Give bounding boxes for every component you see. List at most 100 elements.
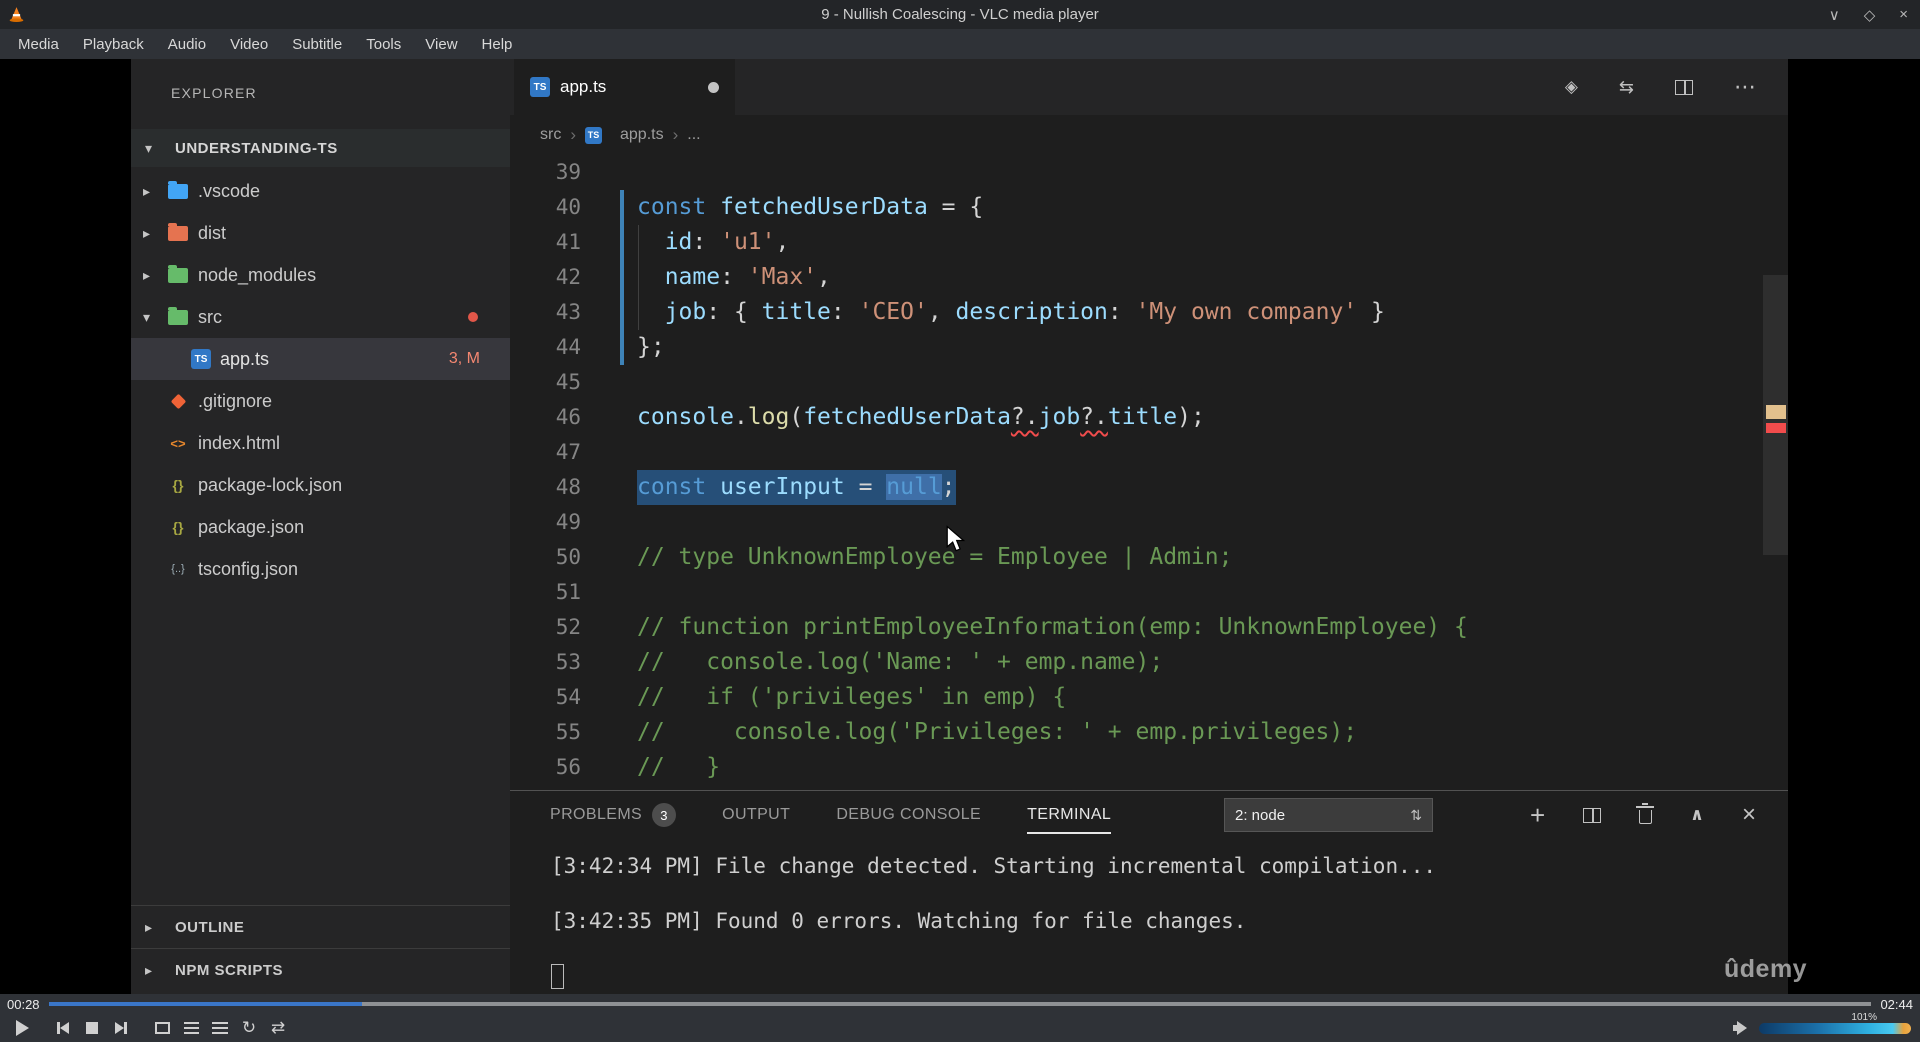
chevron-down-icon	[145, 140, 169, 157]
line-number: 41	[555, 230, 581, 254]
terminal-shell-select[interactable]: 2: node	[1224, 798, 1433, 832]
maximize-icon[interactable]: ◇	[1864, 6, 1876, 24]
editor-group: app.ts src app.ts... 39 40 const fetchedUse…	[510, 59, 1788, 994]
tab-strip: app.ts	[510, 59, 1788, 115]
code-line-43: 43 job: { title: 'CEO', description: 'My…	[510, 295, 1788, 330]
menu-playback[interactable]: Playback	[71, 31, 156, 58]
section-npm-scripts[interactable]: NPM SCRIPTS	[131, 948, 510, 991]
code-line-41: 41 id: 'u1',	[510, 225, 1788, 260]
section-label: NPM SCRIPTS	[175, 961, 284, 979]
play-button[interactable]	[9, 1016, 35, 1040]
tree-item-tsconfig-json[interactable]: tsconfig.json	[131, 548, 510, 590]
stop-button[interactable]	[79, 1016, 105, 1040]
code-line-56: 56 // }	[510, 750, 1788, 785]
menu-help[interactable]: Help	[470, 31, 525, 58]
panel-tab-terminal[interactable]: TERMINAL	[1027, 791, 1112, 839]
code-text: const userInput = null;	[637, 470, 956, 505]
code-line-45: 45	[510, 365, 1788, 400]
code-line-44: 44};	[510, 330, 1788, 365]
tab-app-ts[interactable]: app.ts	[514, 59, 736, 115]
seek-slider[interactable]	[48, 1002, 1872, 1006]
panel-tab-problems[interactable]: PROBLEMS 3	[550, 791, 677, 839]
close-icon[interactable]: ×	[1899, 6, 1908, 24]
open-changes-icon[interactable]	[1619, 77, 1634, 98]
volume-slider[interactable]	[1759, 1022, 1911, 1034]
fullscreen-button[interactable]	[149, 1016, 175, 1040]
close-panel-icon[interactable]	[1742, 801, 1756, 829]
tree-item-label: app.ts	[220, 348, 270, 369]
loop-button[interactable]	[236, 1016, 262, 1040]
code-line-47: 47	[510, 435, 1788, 470]
line-number: 42	[555, 265, 581, 289]
chevron-right-icon	[145, 962, 169, 979]
split-editor-icon[interactable]	[1675, 79, 1693, 95]
tree-item-app-ts[interactable]: app.ts 3, M	[131, 338, 510, 380]
split-terminal-icon[interactable]	[1583, 807, 1602, 823]
workspace-header[interactable]: UNDERSTANDING-TS	[131, 129, 510, 167]
code-line-50: 50 // type UnknownEmployee = Employee | A…	[510, 540, 1788, 575]
seek-progress	[48, 1002, 363, 1006]
maximize-panel-icon[interactable]	[1690, 805, 1704, 825]
shell-select-label: 2: node	[1235, 806, 1286, 824]
kill-terminal-icon[interactable]	[1636, 803, 1655, 824]
ts-icon	[585, 126, 602, 144]
tree-item-vscode[interactable]: .vscode	[131, 170, 510, 212]
code-line-53: 53 // console.log('Name: ' + emp.name);	[510, 645, 1788, 680]
line-number: 47	[555, 440, 581, 464]
more-actions-icon[interactable]	[1734, 74, 1756, 100]
panel-tab-label: PROBLEMS	[550, 806, 643, 823]
terminal-line: [3:42:35 PM] Found 0 errors. Watching fo…	[551, 909, 1247, 933]
code-line-52: 52 // function printEmployeeInformation(e…	[510, 610, 1788, 645]
tree-item-label: package.json	[198, 516, 305, 537]
code-text: };	[637, 334, 665, 360]
open-preview-icon[interactable]	[1565, 77, 1578, 97]
breadcrumb-item-[interactable]: ...	[687, 126, 700, 144]
code-editor[interactable]: 39 40 const fetchedUserData = {41 id: 'u1'…	[510, 155, 1788, 790]
breadcrumb-item-app-ts[interactable]: app.ts	[620, 126, 664, 144]
tree-item-label: src	[198, 306, 222, 327]
explorer-title: EXPLORER	[171, 85, 257, 101]
tree-item-node-modules[interactable]: node_modules	[131, 254, 510, 296]
menu-media[interactable]: Media	[6, 31, 71, 58]
terminal-cursor	[551, 964, 564, 989]
line-number: 53	[555, 650, 581, 674]
tree-item-index-html[interactable]: index.html	[131, 422, 510, 464]
controls-row: 101%	[0, 1012, 1920, 1042]
panel-tab-debug-console[interactable]: DEBUG CONSOLE	[836, 791, 981, 839]
line-number: 48	[555, 475, 581, 499]
menu-tools[interactable]: Tools	[354, 31, 413, 58]
tree-item-dist[interactable]: dist	[131, 212, 510, 254]
previous-button[interactable]	[50, 1016, 76, 1040]
folder-icon	[167, 181, 189, 201]
extended-settings-button[interactable]	[178, 1016, 204, 1040]
new-terminal-icon[interactable]	[1530, 800, 1545, 831]
panel-tab-output[interactable]: OUTPUT	[722, 791, 790, 839]
tree-item-package-lock-json[interactable]: package-lock.json	[131, 464, 510, 506]
tree-item-gitignore[interactable]: .gitignore	[131, 380, 510, 422]
modified-dot-icon[interactable]	[708, 81, 719, 93]
tree-item-src[interactable]: src	[131, 296, 510, 338]
chevron-right-icon	[143, 183, 167, 200]
chevron-right-icon	[570, 125, 576, 145]
tree-item-package-json[interactable]: package.json	[131, 506, 510, 548]
folder-icon	[167, 223, 189, 243]
line-number: 45	[555, 370, 581, 394]
breadcrumb-item-src[interactable]: src	[540, 126, 561, 144]
code-text: name: 'Max',	[664, 264, 831, 290]
next-button[interactable]	[108, 1016, 134, 1040]
minimize-icon[interactable]: ∨	[1829, 6, 1840, 24]
video-area[interactable]: EXPLORER UNDERSTANDING-TS .vscode dist nod…	[0, 59, 1920, 994]
tree-item-label: .vscode	[198, 180, 261, 201]
terminal-output[interactable]: [3:42:34 PM] File change detected. Start…	[551, 839, 1768, 994]
menu-view[interactable]: View	[413, 31, 469, 58]
code-lines: 39 40 const fetchedUserData = {41 id: 'u1'…	[510, 155, 1788, 785]
code-line-42: 42 name: 'Max',	[510, 260, 1788, 295]
playlist-button[interactable]	[207, 1016, 233, 1040]
section-outline[interactable]: OUTLINE	[131, 905, 510, 948]
explorer-sidebar: EXPLORER UNDERSTANDING-TS .vscode dist nod…	[131, 59, 510, 994]
shuffle-button[interactable]	[265, 1016, 291, 1040]
menu-subtitle[interactable]: Subtitle	[280, 31, 354, 58]
menu-video[interactable]: Video	[218, 31, 280, 58]
menu-audio[interactable]: Audio	[156, 31, 218, 58]
speaker-icon[interactable]	[1733, 1020, 1750, 1036]
